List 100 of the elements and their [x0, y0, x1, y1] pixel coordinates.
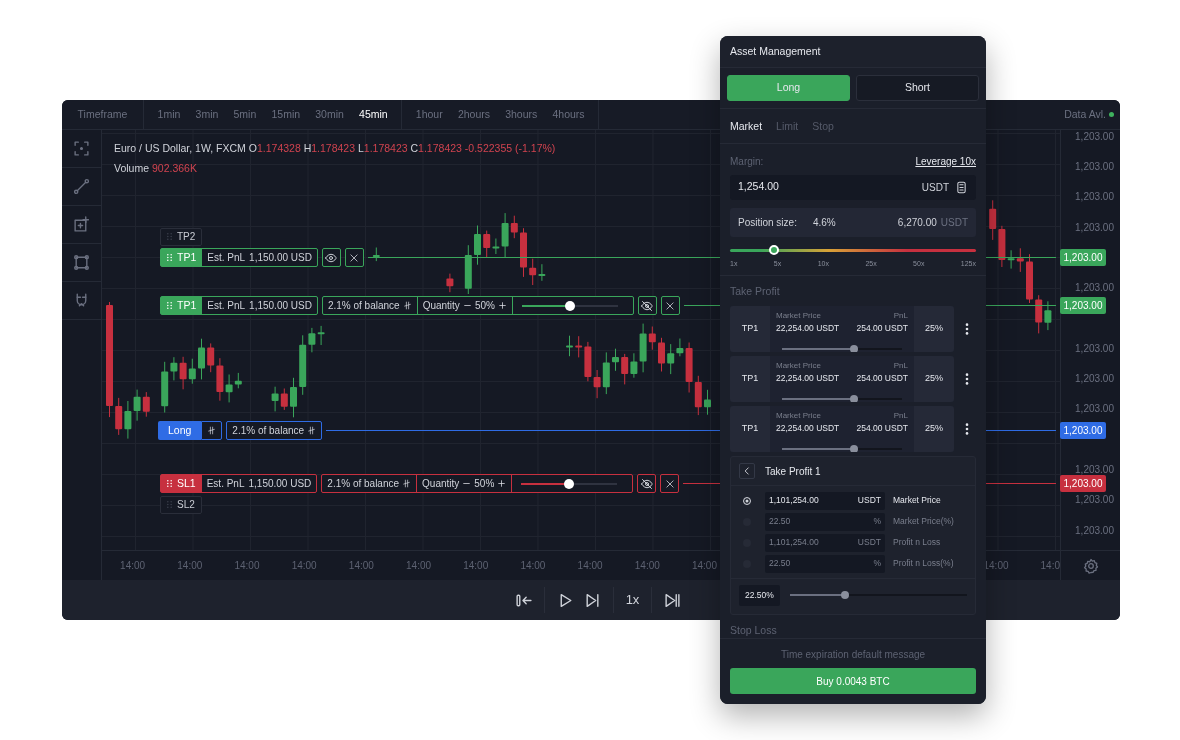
position-amount: 6,270.00: [897, 215, 937, 230]
input-field[interactable]: 22.50 %: [765, 554, 885, 573]
position-size-label: Position size:: [738, 215, 797, 230]
back-button[interactable]: [739, 463, 755, 479]
hide-button[interactable]: [637, 474, 657, 493]
settings-button[interactable]: [1082, 557, 1099, 574]
slider-thumb[interactable]: [850, 444, 858, 452]
input-field[interactable]: 22.50 %: [765, 512, 885, 531]
slider-thumb[interactable]: [564, 478, 575, 489]
timeframe-tab[interactable]: 4hours: [544, 106, 593, 123]
timeframe-tab[interactable]: 15min: [263, 106, 308, 123]
order-tag[interactable]: TP1: [161, 297, 203, 314]
timeframe-tab[interactable]: 3hours: [497, 106, 545, 123]
price-label: 1,203.00: [1075, 372, 1114, 386]
time-label: 14:00: [405, 559, 433, 573]
step-button[interactable]: [583, 591, 601, 609]
plus-button[interactable]: [497, 479, 507, 488]
close-button[interactable]: [660, 474, 680, 493]
target-slider[interactable]: [782, 447, 902, 450]
timeframe-tab[interactable]: 45min: [351, 106, 396, 123]
time-label: 14:00: [462, 559, 490, 573]
skip-back-icon: [514, 591, 532, 609]
slider-thumb[interactable]: [769, 244, 780, 255]
plus-button[interactable]: [497, 301, 507, 310]
close-icon: [665, 300, 676, 311]
order-type-tab[interactable]: Stop: [812, 119, 834, 135]
pnl-value: 1,150.00 USD: [249, 299, 312, 313]
side-button[interactable]: Long: [727, 75, 850, 101]
margin-input[interactable]: 1,254.00: [738, 179, 916, 196]
leverage-link[interactable]: Leverage 10x: [915, 153, 976, 169]
target-card[interactable]: TP1 Market Price PnL 22,254.00 USDT 254.00 USDT 25%: [730, 356, 954, 402]
eye-off-icon: [641, 299, 654, 312]
drawing-tool-button[interactable]: [73, 140, 90, 157]
hide-button[interactable]: [637, 296, 657, 315]
price-label: 1,203.00: [1075, 281, 1114, 296]
slider-thumb[interactable]: [840, 591, 849, 600]
adjust-icon: [402, 301, 412, 310]
skip-end-button[interactable]: [664, 591, 682, 609]
timeframe-tab[interactable]: 1hour: [408, 106, 451, 123]
slider-thumb[interactable]: [564, 300, 575, 311]
timeframe-tab[interactable]: 2hours: [450, 106, 498, 123]
price-label: 1,203.00: [1075, 190, 1114, 205]
close-icon: [664, 478, 675, 489]
percent-slider[interactable]: [789, 594, 967, 597]
margin-field[interactable]: 1,254.00 USDT: [730, 174, 976, 200]
close-button[interactable]: [344, 248, 364, 267]
pnl-label: Est. PnL: [206, 477, 245, 491]
order-tag[interactable]: TP2: [160, 227, 203, 246]
expiration-message: Time expiration default message: [780, 648, 926, 662]
target-slider[interactable]: [782, 347, 902, 350]
slider-thumb[interactable]: [850, 394, 858, 402]
order-tag-label: TP1: [177, 249, 197, 265]
eye-off-icon: [640, 477, 653, 490]
rewind-button[interactable]: [514, 591, 532, 609]
percent-field[interactable]: 22.50%: [739, 585, 780, 606]
crosshair-frame-icon: [73, 140, 90, 157]
order-tag-label: TP1: [177, 297, 197, 313]
order-tag[interactable]: TP1: [161, 249, 203, 266]
show-button[interactable]: [321, 248, 341, 267]
price-tag: 1,203.00: [1060, 249, 1106, 266]
drawing-tool-button[interactable]: [73, 254, 90, 271]
side-button[interactable]: Short: [856, 75, 979, 101]
chart-legend: Euro / US Dollar, 1W, FXCM O1.174328 H1.178423 L1.178423 C1.178423 -0.522355 (-1.17%): [114, 138, 556, 158]
target-label: TP1: [740, 422, 760, 436]
price-label: 1,203.00: [1075, 220, 1114, 235]
candle: [520, 227, 527, 278]
drawing-tool-button[interactable]: [73, 178, 90, 195]
field-caption: PnL: [893, 410, 908, 422]
adjust-icon: [207, 426, 217, 435]
timeframe-tab[interactable]: 5min: [225, 106, 264, 123]
field-value: 22.50: [769, 515, 791, 528]
leverage-slider[interactable]: [730, 248, 976, 252]
buy-button[interactable]: Buy 0.0043 BTC: [730, 668, 976, 694]
speed-button[interactable]: 1x: [625, 590, 640, 610]
slider-thumb[interactable]: [850, 344, 858, 352]
input-field[interactable]: 1,101,254.00 USDT: [765, 491, 885, 510]
close-button[interactable]: [660, 296, 680, 315]
step-forward-icon: [583, 591, 601, 609]
order-tag[interactable]: SL2: [160, 495, 202, 514]
radio-button[interactable]: [743, 496, 751, 505]
input-field[interactable]: 1,101,254.00 USDT: [765, 533, 885, 552]
timeframe-tab[interactable]: 30min: [307, 106, 352, 123]
adjust-button[interactable]: [201, 421, 223, 440]
order-type-tab[interactable]: Market: [730, 119, 763, 135]
target-slider[interactable]: [782, 397, 902, 400]
timeframe-tab[interactable]: 3min: [187, 106, 226, 123]
quantity-value: 50%: [474, 477, 495, 491]
field-value: 1,101,254.00: [769, 494, 819, 507]
drawing-tool-button[interactable]: [73, 216, 90, 233]
time-label: 14:00: [119, 559, 147, 573]
order-tag[interactable]: SL1: [161, 475, 202, 492]
plus-icon: [497, 301, 507, 310]
volume-legend: Volume 902.366K: [114, 158, 556, 178]
timeframe-tab[interactable]: 1min: [150, 106, 188, 123]
entry-tag[interactable]: Long: [158, 421, 202, 440]
eye-icon: [325, 251, 338, 264]
target-card[interactable]: TP1 Market Price PnL 22,254.00 USDT 254.00 USDT 25%: [730, 306, 954, 352]
target-card[interactable]: TP1 Market Price PnL 22,254.00 USDT 254.00 USDT 25%: [730, 406, 954, 452]
line-tool-icon: [73, 178, 90, 195]
order-type-tab[interactable]: Limit: [776, 119, 799, 135]
